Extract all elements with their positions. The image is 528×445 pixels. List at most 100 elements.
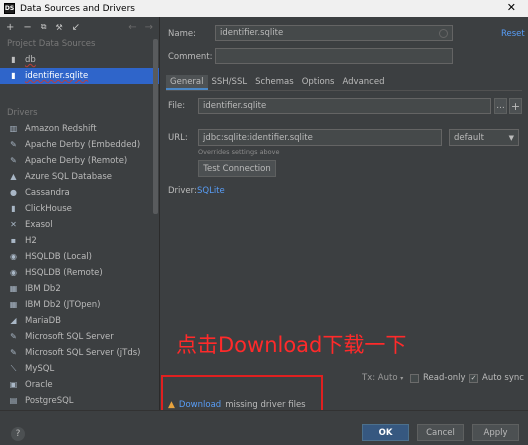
browse-file-button[interactable]: … xyxy=(494,98,507,114)
driver-item[interactable]: ✕ Exasol xyxy=(0,217,159,233)
left-panel: + − ⧉ ⚒ ↙ ← → Project Data Sources ▮ db … xyxy=(0,17,160,410)
tab-ssh-ssl[interactable]: SSH/SSL xyxy=(208,75,252,90)
driver-icon: ▮ xyxy=(11,204,16,213)
tab-schemas[interactable]: Schemas xyxy=(251,75,298,90)
driver-item[interactable]: ✎ Microsoft SQL Server (jTds) xyxy=(0,345,159,361)
autosync-checkbox[interactable]: ✓ Auto sync xyxy=(469,373,524,383)
comment-field[interactable] xyxy=(215,48,453,64)
driver-label: MariaDB xyxy=(25,316,61,326)
chevron-down-icon: ▼ xyxy=(508,133,514,142)
driver-item[interactable]: ▦ IBM Db2 xyxy=(0,281,159,297)
driver-item[interactable]: ▪ H2 xyxy=(0,233,159,249)
driver-item[interactable]: ▮ ClickHouse xyxy=(0,201,159,217)
annotation-text: 点击Download下载一下 xyxy=(176,333,407,357)
readonly-checkbox[interactable]: Read-only xyxy=(410,373,466,383)
test-connection-button[interactable]: Test Connection xyxy=(198,160,276,177)
driver-item[interactable]: ✎ Microsoft SQL Server xyxy=(0,329,159,345)
driver-item[interactable]: ▤ PostgreSQL xyxy=(0,393,159,409)
window-titlebar: DS Data Sources and Drivers ✕ xyxy=(0,0,528,17)
driver-label: IBM Db2 (JTOpen) xyxy=(25,300,101,310)
database-icon: ▮ xyxy=(11,55,16,64)
remove-icon[interactable]: − xyxy=(23,22,31,33)
tab-divider xyxy=(166,90,522,91)
driver-label: Apache Derby (Embedded) xyxy=(25,140,141,150)
driver-label: MySQL xyxy=(25,364,55,374)
add-icon[interactable]: + xyxy=(6,22,14,33)
readonly-checkbox-box xyxy=(410,373,419,383)
driver-item[interactable]: ▣ Oracle xyxy=(0,377,159,393)
driver-item[interactable]: ● Cassandra xyxy=(0,185,159,201)
driver-icon: ▥ xyxy=(9,124,18,133)
file-field[interactable]: identifier.sqlite xyxy=(198,98,491,114)
driver-item[interactable]: ▥ Amazon Redshift xyxy=(0,121,159,137)
driver-item[interactable]: ◉ HSQLDB (Remote) xyxy=(0,265,159,281)
driver-label: Microsoft SQL Server xyxy=(25,332,114,342)
driver-label: Azure SQL Database xyxy=(25,172,112,182)
chevron-down-icon: ▾ xyxy=(400,375,404,382)
tab-options[interactable]: Options xyxy=(298,75,339,90)
wrench-icon[interactable]: ⚒ xyxy=(56,23,63,32)
autosync-checkbox-box: ✓ xyxy=(469,373,478,383)
driver-label: Oracle xyxy=(25,380,53,390)
driver-icon: ✎ xyxy=(10,140,17,149)
sqlite-icon: ▮ xyxy=(11,71,16,80)
duplicate-icon[interactable]: ⧉ xyxy=(41,22,47,32)
cancel-button[interactable]: Cancel xyxy=(417,424,464,441)
settings-tabs: General SSH/SSL Schemas Options Advanced xyxy=(166,75,388,90)
driver-item[interactable]: ▲ Azure SQL Database xyxy=(0,169,159,185)
driver-icon: ▣ xyxy=(9,380,18,389)
scrollbar[interactable] xyxy=(153,39,158,214)
apply-button[interactable]: Apply xyxy=(472,424,519,441)
driver-label: IBM Db2 xyxy=(25,284,61,294)
driver-item[interactable]: ◢ MariaDB xyxy=(0,313,159,329)
drivers-header: Drivers xyxy=(7,108,38,118)
driver-label: Apache Derby (Remote) xyxy=(25,156,128,166)
tx-mode-select[interactable]: Tx: Auto ▾ xyxy=(362,373,403,383)
name-label: Name: xyxy=(168,29,196,39)
driver-icon: ◉ xyxy=(10,252,17,261)
driver-icon: ● xyxy=(10,188,17,197)
driver-item[interactable]: ✎ Apache Derby (Embedded) xyxy=(0,137,159,153)
reset-link[interactable]: Reset xyxy=(501,29,525,39)
help-button[interactable]: ? xyxy=(11,427,25,441)
plus-icon: + xyxy=(510,99,521,113)
add-file-button[interactable]: + xyxy=(509,98,522,114)
driver-icon: ▦ xyxy=(9,284,18,293)
data-source-item-identifier-sqlite[interactable]: ▮ identifier.sqlite xyxy=(0,68,159,84)
driver-item[interactable]: ▦ IBM Db2 (JTOpen) xyxy=(0,297,159,313)
tab-advanced[interactable]: Advanced xyxy=(338,75,388,90)
driver-icon: ▦ xyxy=(9,300,18,309)
driver-label: Exasol xyxy=(25,220,53,230)
tab-general[interactable]: General xyxy=(166,75,208,90)
close-icon[interactable]: ✕ xyxy=(507,1,516,14)
file-label: File: xyxy=(168,101,186,111)
driver-icon: ✎ xyxy=(10,156,17,165)
url-mode-select[interactable]: default ▼ xyxy=(449,129,519,146)
overrides-note: Overrides settings above xyxy=(198,148,280,156)
app-icon: DS xyxy=(4,3,15,14)
driver-icon: ✎ xyxy=(10,348,17,357)
driver-label: Cassandra xyxy=(25,188,70,198)
window-title: Data Sources and Drivers xyxy=(20,3,135,14)
driver-link[interactable]: SQLite xyxy=(197,186,225,196)
driver-icon: ▪ xyxy=(10,236,17,245)
driver-item[interactable]: ✎ Apache Derby (Remote) xyxy=(0,153,159,169)
ok-button[interactable]: OK xyxy=(362,424,409,441)
back-arrow-icon[interactable]: ← xyxy=(128,22,136,33)
driver-label: HSQLDB (Local) xyxy=(25,252,92,262)
driver-label: Driver: xyxy=(168,186,197,196)
url-field[interactable]: jdbc:sqlite:identifier.sqlite xyxy=(198,129,442,146)
left-toolbar: + − ⧉ ⚒ ↙ ← → xyxy=(0,17,159,37)
edit-icon[interactable]: ↙ xyxy=(72,22,80,33)
driver-label: PostgreSQL xyxy=(25,396,74,406)
forward-arrow-icon[interactable]: → xyxy=(145,22,153,33)
driver-item[interactable]: ⟍ MySQL xyxy=(0,361,159,377)
driver-icon: ⟍ xyxy=(10,364,17,373)
driver-icon: ▤ xyxy=(9,396,18,405)
name-field[interactable]: identifier.sqlite xyxy=(215,25,453,41)
comment-label: Comment: xyxy=(168,52,213,62)
driver-icon: ◉ xyxy=(10,268,17,277)
data-source-item-db[interactable]: ▮ db xyxy=(0,52,159,68)
driver-item[interactable]: ◉ HSQLDB (Local) xyxy=(0,249,159,265)
name-field-status-icon xyxy=(439,28,448,38)
